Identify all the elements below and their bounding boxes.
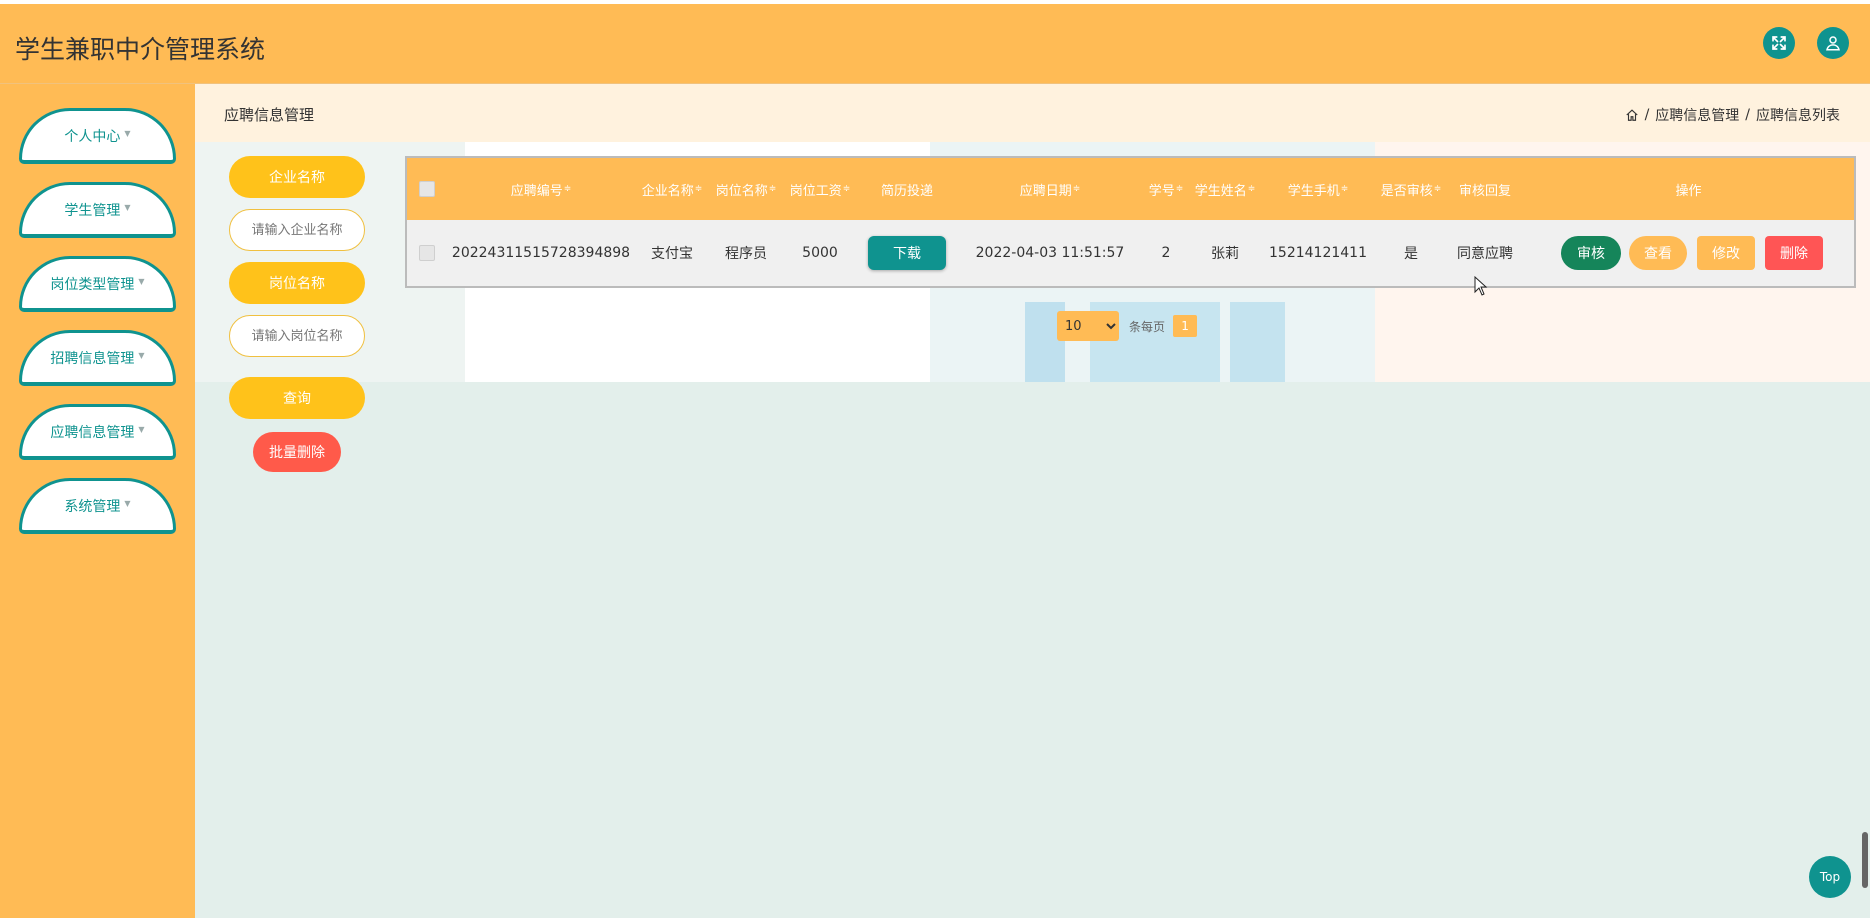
- cell-id: 20224311515728394898: [451, 245, 631, 261]
- home-icon[interactable]: [1625, 108, 1639, 122]
- column-header-phone[interactable]: 学生手机 ≑: [1261, 158, 1375, 220]
- sort-icon: ≑: [1433, 184, 1442, 194]
- sort-icon: ≑: [1175, 184, 1184, 194]
- page-header: 应聘信息管理 / 应聘信息管理 / 应聘信息列表: [195, 84, 1870, 142]
- view-button[interactable]: 查看: [1629, 236, 1687, 270]
- sort-icon: ≑: [1247, 184, 1256, 194]
- batch-delete-button[interactable]: 批量删除: [253, 432, 341, 472]
- column-header-reply: 审核回复: [1458, 183, 1511, 199]
- fullscreen-button[interactable]: [1763, 27, 1795, 59]
- sort-icon: ≑: [1340, 184, 1349, 194]
- table-header: 应聘编号 ≑ 企业名称 ≑ 岗位名称 ≑ 岗位工资 ≑ 简历投递 应聘日期 ≑ 学号 ≑ 学…: [407, 158, 1854, 220]
- sidebar-item-label: 学生管理: [64, 202, 121, 219]
- table-row: 20224311515728394898 支付宝 程序员 5000 下载 202…: [407, 220, 1854, 286]
- sort-icon: ≑: [768, 184, 777, 194]
- per-page-label: 条每页: [1129, 319, 1166, 334]
- column-header-student-name[interactable]: 学生姓名 ≑: [1189, 158, 1261, 220]
- query-button[interactable]: 查询: [229, 377, 365, 419]
- position-name-label: 岗位名称: [229, 262, 365, 304]
- cell-position: 程序员: [725, 246, 767, 262]
- cell-student-no: 2: [1161, 245, 1171, 261]
- edit-button[interactable]: 修改: [1697, 236, 1755, 270]
- cell-date: 2022-04-03 11:51:57: [975, 245, 1125, 261]
- app-title: 学生兼职中介管理系统: [15, 35, 266, 64]
- sidebar-item-application-management[interactable]: 应聘信息管理 ▼: [19, 404, 176, 460]
- sort-icon: ≑: [694, 184, 703, 194]
- user-icon: [1826, 36, 1840, 51]
- select-all-cell: [407, 158, 447, 220]
- caret-down-icon: ▼: [124, 499, 131, 508]
- sort-icon: ≑: [563, 184, 572, 194]
- cell-phone: 15214121411: [1269, 245, 1367, 261]
- sidebar-item-recruitment-management[interactable]: 招聘信息管理 ▼: [19, 330, 176, 386]
- column-header-position[interactable]: 岗位名称 ≑: [709, 158, 783, 220]
- cell-student-name: 张莉: [1211, 246, 1239, 262]
- cell-reviewed: 是: [1404, 246, 1418, 262]
- column-header-date[interactable]: 应聘日期 ≑: [957, 158, 1143, 220]
- caret-down-icon: ▼: [138, 277, 145, 286]
- sidebar-item-label: 应聘信息管理: [50, 424, 135, 441]
- sort-icon: ≑: [1072, 184, 1081, 194]
- sidebar-item-position-type-management[interactable]: 岗位类型管理 ▼: [19, 256, 176, 312]
- delete-button[interactable]: 删除: [1765, 236, 1823, 270]
- breadcrumb-separator: /: [1644, 107, 1650, 123]
- page-size-select[interactable]: 10: [1057, 311, 1119, 341]
- company-name-label: 企业名称: [229, 156, 365, 198]
- column-header-id[interactable]: 应聘编号 ≑: [447, 158, 635, 220]
- sidebar-item-label: 个人中心: [64, 128, 121, 145]
- page-number-current[interactable]: 1: [1173, 315, 1198, 337]
- column-header-resume: 简历投递: [880, 183, 933, 199]
- column-header-student-no[interactable]: 学号 ≑: [1143, 158, 1189, 220]
- column-header-company[interactable]: 企业名称 ≑: [635, 158, 709, 220]
- column-header-actions: 操作: [1675, 183, 1702, 199]
- caret-down-icon: ▼: [124, 203, 131, 212]
- row-checkbox[interactable]: [419, 245, 435, 261]
- sidebar-item-label: 招聘信息管理: [50, 350, 135, 367]
- top-header: 学生兼职中介管理系统: [0, 4, 1870, 84]
- sort-icon: ≑: [842, 184, 851, 194]
- sidebar-item-personal-center[interactable]: 个人中心 ▼: [19, 108, 176, 164]
- application-table: 应聘编号 ≑ 企业名称 ≑ 岗位名称 ≑ 岗位工资 ≑ 简历投递 应聘日期 ≑ 学号 ≑ 学…: [405, 156, 1856, 288]
- pagination: 10 条每页 1: [1057, 311, 1198, 341]
- column-header-salary[interactable]: 岗位工资 ≑: [783, 158, 857, 220]
- cell-company: 支付宝: [651, 246, 693, 262]
- caret-down-icon: ▼: [138, 351, 145, 360]
- download-resume-button[interactable]: 下载: [868, 236, 946, 270]
- column-header-reviewed[interactable]: 是否审核 ≑: [1375, 158, 1447, 220]
- scrollbar-thumb[interactable]: [1862, 832, 1868, 888]
- sidebar-item-label: 岗位类型管理: [50, 276, 135, 293]
- expand-icon: [1772, 36, 1786, 50]
- user-menu-button[interactable]: [1817, 27, 1849, 59]
- sidebar-item-student-management[interactable]: 学生管理 ▼: [19, 182, 176, 238]
- caret-down-icon: ▼: [124, 129, 131, 138]
- cell-resume: 下载: [857, 220, 957, 286]
- breadcrumb: / 应聘信息管理 / 应聘信息列表: [1625, 105, 1840, 125]
- row-select-cell: [407, 220, 447, 286]
- company-name-input[interactable]: [229, 209, 365, 251]
- sidebar-item-label: 系统管理: [64, 498, 121, 515]
- position-name-input[interactable]: [229, 315, 365, 357]
- mouse-cursor-icon: [1474, 276, 1488, 296]
- breadcrumb-item: 应聘信息列表: [1756, 108, 1840, 124]
- select-all-checkbox[interactable]: [419, 181, 435, 197]
- sidebar-item-system-management[interactable]: 系统管理 ▼: [19, 478, 176, 534]
- sidebar: 个人中心 ▼ 学生管理 ▼ 岗位类型管理 ▼ 招聘信息管理 ▼ 应聘信息管理 ▼…: [0, 84, 195, 918]
- background-decoration: [1230, 302, 1285, 382]
- audit-button[interactable]: 审核: [1561, 236, 1621, 270]
- cell-salary: 5000: [802, 245, 838, 261]
- caret-down-icon: ▼: [138, 425, 145, 434]
- breadcrumb-item[interactable]: 应聘信息管理: [1655, 105, 1739, 125]
- breadcrumb-separator: /: [1745, 107, 1750, 123]
- page-title: 应聘信息管理: [224, 106, 315, 124]
- back-to-top-button[interactable]: Top: [1809, 856, 1851, 898]
